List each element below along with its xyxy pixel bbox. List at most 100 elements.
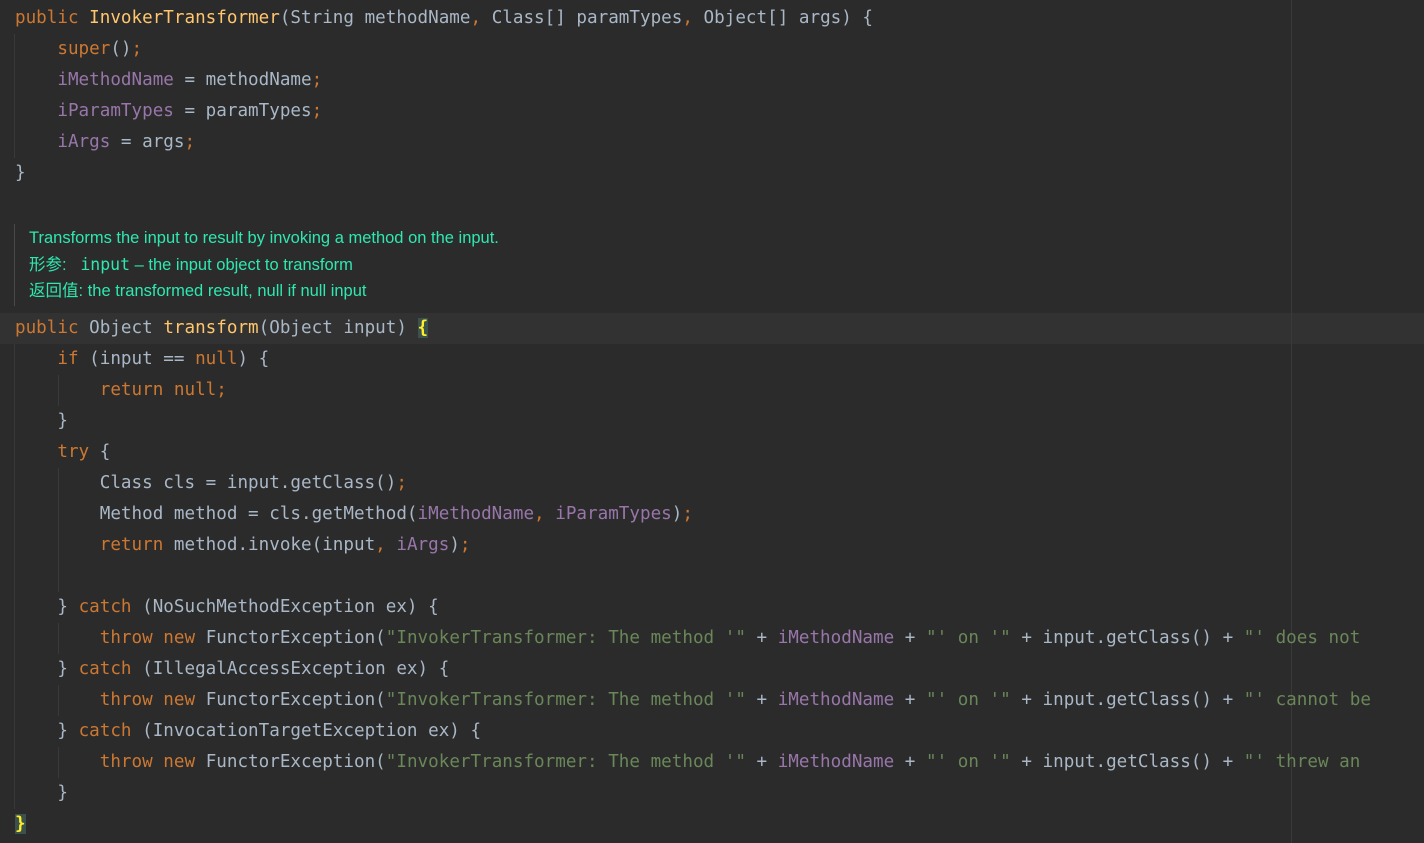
code-line[interactable]: } [15,778,68,809]
code-token: (String methodName [279,8,471,28]
code-token: } [15,597,79,617]
code-token: + input.getClass() + [1010,628,1244,648]
code-line[interactable]: } catch (IllegalAccessException ex) { [15,654,449,685]
code-token: , [534,504,556,524]
code-editor[interactable]: public InvokerTransformer(String methodN… [0,0,1424,843]
code-token: method.invoke(input [173,535,376,555]
code-token: } [15,783,68,803]
code-token: = paramTypes [173,101,312,121]
code-line[interactable]: } [15,809,26,840]
code-token: null [195,349,238,369]
code-token: "' on '" [926,690,1011,710]
code-token: } [15,814,26,834]
code-line[interactable]: } catch (NoSuchMethodException ex) { [15,592,439,623]
code-token: iMethodName [57,70,174,90]
code-token: + input.getClass() + [1010,690,1244,710]
code-line[interactable]: iArgs = args; [15,127,195,158]
code-token: } [15,411,68,431]
code-line[interactable]: iMethodName = methodName; [15,65,322,96]
code-token: + [745,690,778,710]
code-token: iMethodName [777,628,895,648]
code-token: { [417,318,429,338]
code-token: Object[] args) { [703,8,874,28]
javadoc-param-name: input [80,255,131,274]
code-line[interactable]: public Object transform(Object input) { [15,313,429,344]
javadoc-params-label: 形参: [29,256,67,274]
code-token: { [99,442,111,462]
code-token: iParamTypes [57,101,174,121]
code-token: iMethodName [417,504,535,524]
code-token: return [99,535,174,555]
code-line[interactable]: super(); [15,34,142,65]
code-token: + input.getClass() + [1010,752,1244,772]
code-token: ) { [237,349,270,369]
code-token: try [57,442,100,462]
code-token: iMethodName [777,690,895,710]
code-line[interactable]: return null; [15,375,227,406]
javadoc-param-desc: – the input object to transform [130,256,353,274]
code-token: public [15,8,90,28]
javadoc-returns-desc: the transformed result, null if null inp… [83,282,367,300]
code-token: Method method = cls.getMethod( [15,504,418,524]
code-token: FunctorException( [205,752,386,772]
code-token: "InvokerTransformer: The method '" [385,752,746,772]
code-token: return null; [99,380,227,400]
code-token: throw new [99,690,206,710]
code-line[interactable]: iParamTypes = paramTypes; [15,96,322,127]
code-line[interactable]: } [15,158,26,189]
code-token: public [15,318,90,338]
code-token: } [15,659,79,679]
code-line[interactable]: public InvokerTransformer(String methodN… [15,3,873,34]
code-token: ; [131,39,143,59]
code-token: Class[] paramTypes [491,8,683,28]
code-token: "' does not [1243,628,1361,648]
code-token: Object [89,318,164,338]
code-token: if [57,349,90,369]
code-token: + [894,628,926,648]
code-token: ; [396,473,407,493]
code-token: } [15,721,79,741]
code-token: () [110,39,132,59]
code-token: (InvocationTargetException ex) { [142,721,482,741]
code-token: catch [78,721,143,741]
code-token: (IllegalAccessException ex) { [142,659,450,679]
code-token: iMethodName [777,752,895,772]
code-line[interactable]: Class cls = input.getClass(); [15,468,407,499]
code-token: InvokerTransformer [89,8,280,28]
code-line[interactable]: try { [15,437,110,468]
code-token: (NoSuchMethodException ex) { [142,597,439,617]
code-line[interactable]: throw new FunctorException("InvokerTrans… [15,685,1371,716]
code-token: + [894,690,926,710]
code-token: super [57,39,111,59]
code-token: + [745,628,778,648]
code-token: , [682,8,704,28]
code-line[interactable]: } [15,406,68,437]
code-token: "InvokerTransformer: The method '" [385,628,746,648]
code-line[interactable]: } catch (InvocationTargetException ex) { [15,716,481,747]
code-token: , [375,535,397,555]
code-token: = methodName [173,70,312,90]
code-token: "' on '" [926,628,1011,648]
code-token: iParamTypes [555,504,672,524]
code-token: "InvokerTransformer: The method '" [385,690,746,710]
code-line[interactable]: if (input == null) { [15,344,269,375]
code-token: } [15,163,26,183]
code-line[interactable]: throw new FunctorException("InvokerTrans… [15,623,1361,654]
code-token: + [894,752,926,772]
code-line[interactable]: Method method = cls.getMethod(iMethodNam… [15,499,693,530]
code-token: ; [184,132,196,152]
code-token: + [745,752,778,772]
code-line[interactable]: throw new FunctorException("InvokerTrans… [15,747,1361,778]
code-token: , [470,8,492,28]
code-token: "' threw an [1243,752,1361,772]
code-line[interactable]: return method.invoke(input, iArgs); [15,530,471,561]
code-token: "' on '" [926,752,1011,772]
code-token: FunctorException( [205,628,386,648]
right-margin-guide [1291,0,1292,843]
